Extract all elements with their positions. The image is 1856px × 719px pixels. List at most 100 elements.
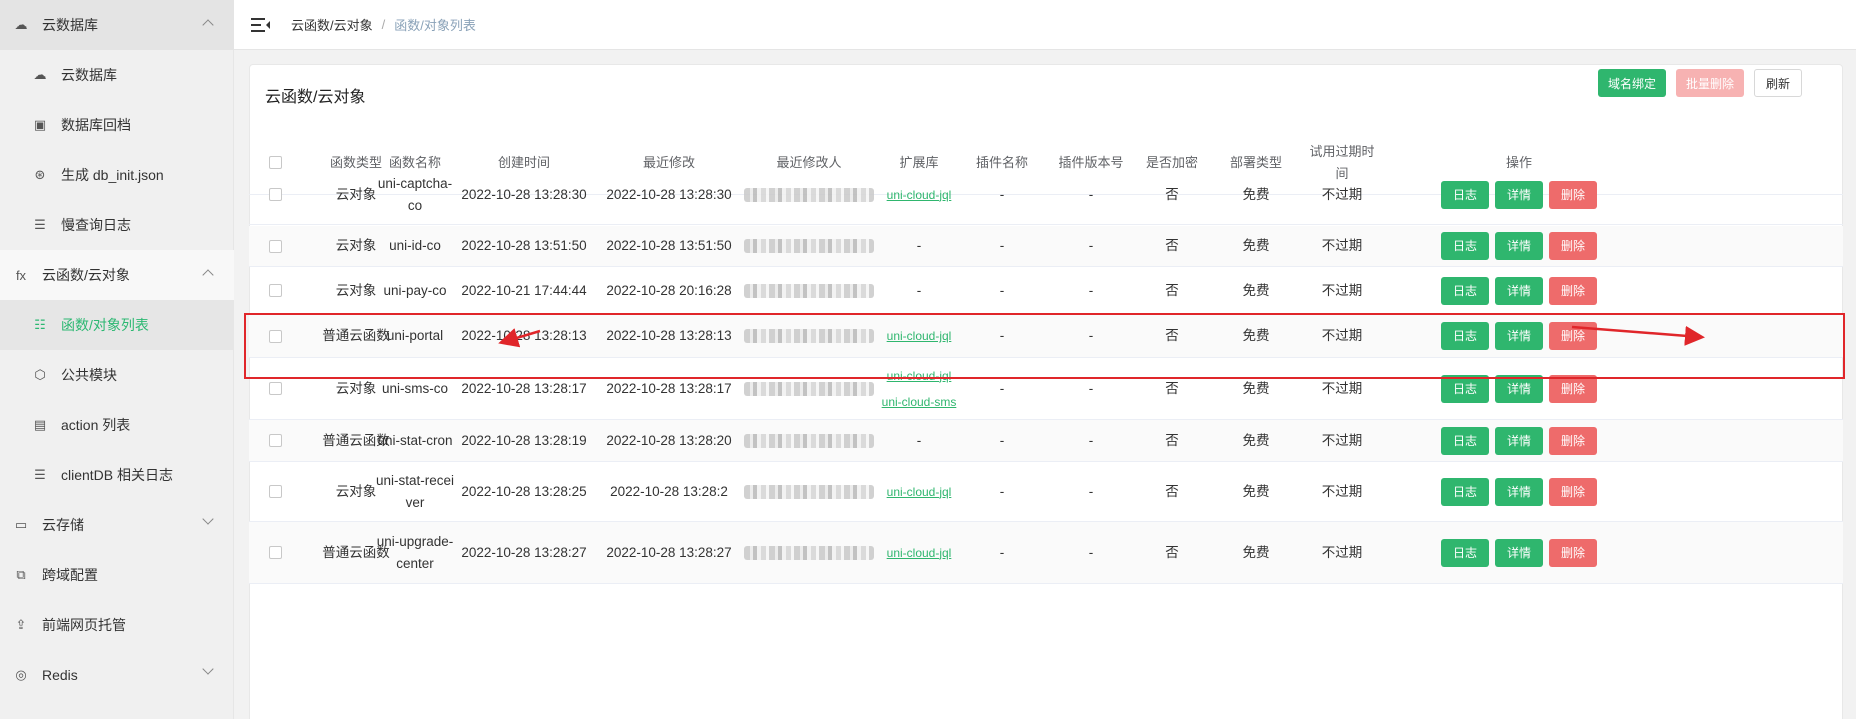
sidebar-item-12[interactable]: ⇪ 前端网页托管 <box>0 600 234 650</box>
function-name: uni-pay-co <box>383 282 447 298</box>
extension-lib-link[interactable]: uni-cloud-sms <box>882 391 957 413</box>
sidebar-item-label: 云数据库 <box>42 17 98 33</box>
sidebar-item-label: 前端网页托管 <box>42 617 126 633</box>
table-row: 普通云函数 uni-upgrade-center 2022-10-28 13:28:… <box>249 522 1843 584</box>
delete-button[interactable]: 删除 <box>1549 276 1597 305</box>
extension-lib-list: uni-cloud-jql <box>887 542 952 564</box>
sidebar-item-8[interactable]: ▤ action 列表 <box>0 400 234 450</box>
table-cell: 否 <box>1165 432 1179 448</box>
sidebar-item-0[interactable]: ☁ 云数据库 <box>0 0 234 50</box>
delete-button[interactable]: 删除 <box>1549 538 1597 567</box>
sidebar-item-label: 云函数/云对象 <box>42 267 130 283</box>
row-actions: 日志 详情 删除 <box>1441 538 1597 567</box>
table-cell: 2022-10-28 13:28:2 <box>610 483 728 499</box>
table-cell: - <box>1088 282 1094 298</box>
sidebar-item-10[interactable]: ▭ 云存储 <box>0 500 234 550</box>
table-cell: - <box>1088 483 1094 499</box>
top-bar: 云函数/云对象 / 函数/对象列表 <box>234 0 1856 50</box>
table-cell: 免费 <box>1242 544 1270 560</box>
sidebar-item-label: 跨域配置 <box>42 567 98 583</box>
extension-lib-link[interactable]: uni-cloud-jql <box>887 184 952 206</box>
detail-button[interactable]: 详情 <box>1495 426 1543 455</box>
row-checkbox[interactable] <box>268 284 282 297</box>
delete-button[interactable]: 删除 <box>1549 180 1597 209</box>
batch-delete-button[interactable]: 批量删除 <box>1676 69 1744 97</box>
table-cell: - <box>1088 432 1094 448</box>
row-checkbox[interactable] <box>268 485 282 498</box>
table-row: 云对象 uni-pay-co 2022-10-21 17:44:44 2022-10-… <box>249 267 1843 315</box>
sidebar-item-5[interactable]: fx 云函数/云对象 <box>0 250 234 300</box>
cors-icon: ⧉ <box>16 567 26 582</box>
sidebar-item-label: 云数据库 <box>61 67 117 83</box>
row-checkbox[interactable] <box>268 382 282 395</box>
extension-lib-list: uni-cloud-jql <box>887 481 952 503</box>
delete-button[interactable]: 删除 <box>1549 426 1597 455</box>
sidebar-item-label: action 列表 <box>61 417 131 433</box>
row-checkbox[interactable] <box>268 188 282 201</box>
extension-lib-link[interactable]: uni-cloud-jql <box>887 481 952 503</box>
sidebar-item-label: 生成 db_init.json <box>61 167 164 183</box>
detail-button[interactable]: 详情 <box>1495 477 1543 506</box>
chevron-down-icon[interactable] <box>202 663 214 675</box>
table-cell <box>744 420 874 461</box>
table-cell: 免费 <box>1242 432 1270 448</box>
table-cell <box>744 165 874 224</box>
delete-button[interactable]: 删除 <box>1549 477 1597 506</box>
row-checkbox[interactable] <box>268 434 282 447</box>
sidebar-item-label: 云存储 <box>42 517 84 533</box>
sidebar-item-6[interactable]: ☷ 函数/对象列表 <box>0 300 234 350</box>
table-cell: 2022-10-28 13:28:27 <box>606 544 732 560</box>
backup-icon: ▣ <box>33 117 47 132</box>
log-button[interactable]: 日志 <box>1441 180 1489 209</box>
bind-domain-button[interactable]: 域名绑定 <box>1598 69 1666 97</box>
modifier-redacted <box>744 433 874 448</box>
sidebar-item-label: clientDB 相关日志 <box>61 467 174 483</box>
row-checkbox[interactable] <box>268 546 282 559</box>
table-cell <box>249 267 301 314</box>
log-button[interactable]: 日志 <box>1441 426 1489 455</box>
table-cell: uni-cloud-jql <box>874 165 964 224</box>
table-cell: - <box>1088 544 1094 560</box>
chevron-down-icon[interactable] <box>202 513 214 525</box>
sidebar-item-9[interactable]: ☰ clientDB 相关日志 <box>0 450 234 500</box>
row-checkbox[interactable] <box>268 239 282 253</box>
cloud-db-icon: ☁ <box>14 17 28 32</box>
log-button[interactable]: 日志 <box>1441 232 1489 260</box>
detail-button[interactable]: 详情 <box>1495 276 1543 305</box>
table-cell: - <box>999 483 1005 499</box>
sidebar-item-11[interactable]: ⧉ 跨域配置 <box>0 550 234 600</box>
log-button[interactable]: 日志 <box>1441 477 1489 506</box>
log-button[interactable]: 日志 <box>1441 276 1489 305</box>
chevron-up-icon[interactable] <box>202 269 214 281</box>
sidebar-item-7[interactable]: ⬡ 公共模块 <box>0 350 234 400</box>
sidebar-item-1[interactable]: ☁ 云数据库 <box>0 50 234 100</box>
sidebar-item-label: 数据库回档 <box>61 117 131 133</box>
chevron-up-icon[interactable] <box>202 19 214 31</box>
detail-button[interactable]: 详情 <box>1495 232 1543 260</box>
table-cell <box>249 226 301 266</box>
modifier-redacted <box>744 239 874 253</box>
extension-lib-link[interactable]: uni-cloud-jql <box>887 542 952 564</box>
sidebar-item-3[interactable]: ⊛ 生成 db_init.json <box>0 150 234 200</box>
table-cell: 否 <box>1165 282 1179 298</box>
table-cell <box>744 462 874 521</box>
refresh-button[interactable]: 刷新 <box>1754 69 1802 97</box>
sidebar-item-2[interactable]: ▣ 数据库回档 <box>0 100 234 150</box>
table-cell <box>249 462 301 521</box>
table-cell: - <box>1088 238 1094 253</box>
sidebar-item-4[interactable]: ☰ 慢查询日志 <box>0 200 234 250</box>
delete-button[interactable]: 删除 <box>1549 232 1597 260</box>
sidebar-item-label: 函数/对象列表 <box>61 317 149 333</box>
redis-icon: ◎ <box>15 667 27 682</box>
detail-button[interactable]: 详情 <box>1495 538 1543 567</box>
detail-button[interactable]: 详情 <box>1495 180 1543 209</box>
log-button[interactable]: 日志 <box>1441 538 1489 567</box>
table-cell: - <box>916 282 922 298</box>
table-cell: 2022-10-28 20:16:28 <box>606 282 732 298</box>
menu-toggle-icon[interactable] <box>251 17 270 33</box>
table-cell: - <box>999 186 1005 202</box>
table-cell: 2022-10-28 13:28:19 <box>461 432 587 448</box>
breadcrumb-parent[interactable]: 云函数/云对象 <box>291 15 373 34</box>
table-cell <box>249 165 301 224</box>
sidebar-item-13[interactable]: ◎ Redis <box>0 650 234 700</box>
